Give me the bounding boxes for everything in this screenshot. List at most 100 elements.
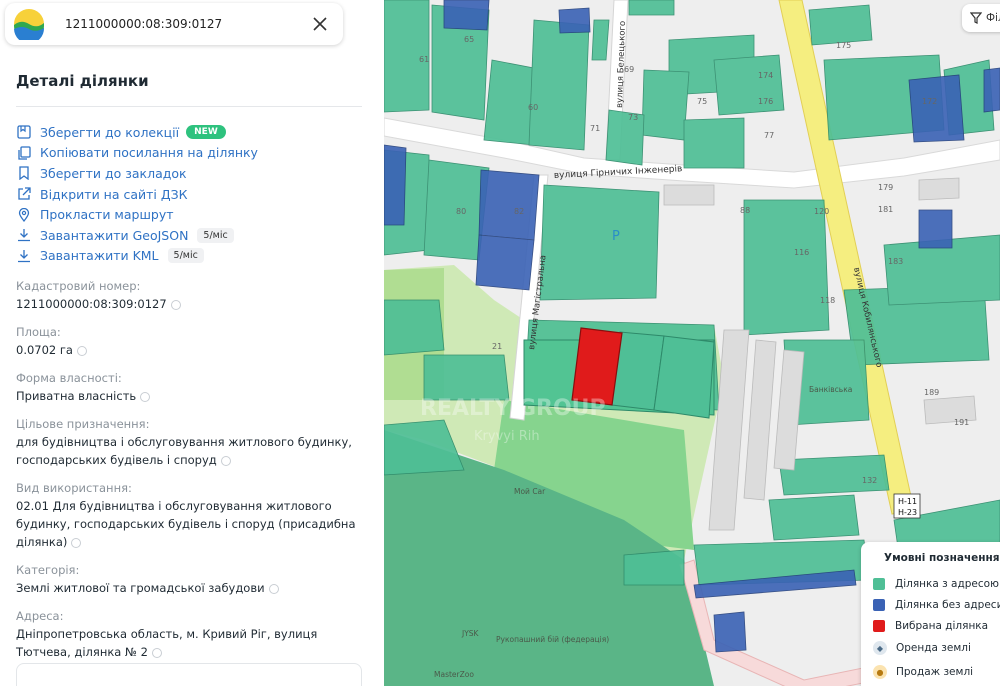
house-number: 116 — [794, 248, 809, 257]
copy-icon[interactable] — [170, 299, 181, 310]
copy-link-icon — [16, 145, 32, 161]
poi-vet[interactable]: MasterZoo — [434, 670, 474, 679]
action-label: Прокласти маршрут — [40, 207, 174, 223]
legend-panel: Умовні позначення ‹ Ділянка з адресою Ді… — [861, 542, 1000, 686]
download-kml-button[interactable]: Завантажити KML 5/міс — [16, 246, 258, 267]
app-logo-icon[interactable] — [13, 8, 45, 40]
parking-label: P — [612, 229, 620, 244]
filter-label: Філ — [986, 12, 1000, 24]
legend-label: Вибрана ділянка — [895, 620, 989, 632]
house-number: 172 — [922, 97, 937, 106]
copy-icon[interactable] — [220, 455, 231, 466]
copy-icon[interactable] — [151, 647, 162, 658]
field-label-category: Категорія: — [16, 563, 80, 577]
legend-label: Продаж землі — [896, 666, 974, 678]
house-number: 120 — [814, 207, 829, 216]
action-label: Відкрити на сайті ДЗК — [40, 186, 188, 202]
field-value-usage: 02.01 Для будівництва і обслуговування ж… — [16, 497, 366, 551]
legend-item-without-address: Ділянка без адреси — [873, 599, 1000, 611]
location-pin-icon — [16, 207, 32, 223]
search-bar[interactable]: 1211000000:08:309:0127 — [5, 3, 343, 45]
house-number: 118 — [820, 296, 835, 305]
copy-icon[interactable] — [76, 345, 87, 356]
field-value-ownership: Приватна власність — [16, 387, 366, 405]
rent-icon: ◆ — [873, 641, 887, 655]
house-number: 183 — [888, 257, 903, 266]
copy-link-button[interactable]: Копіювати посилання на ділянку — [16, 143, 258, 164]
field-label-cadastral: Кадастровий номер: — [16, 279, 141, 293]
legend-label: Ділянка без адреси — [895, 599, 1000, 611]
chevron-left-icon[interactable]: ‹ — [993, 550, 998, 564]
divider — [16, 106, 362, 107]
sale-icon: ● — [873, 665, 887, 679]
bookmark-icon — [16, 165, 32, 181]
legend-item-with-address: Ділянка з адресою — [873, 578, 999, 590]
house-number: 88 — [740, 206, 750, 215]
house-number: 61 — [419, 55, 429, 64]
house-number: 65 — [464, 35, 474, 44]
house-number: 181 — [878, 205, 893, 214]
build-route-button[interactable]: Прокласти маршрут — [16, 204, 258, 225]
map-view[interactable]: P 65 61 60 71 75 69 73 77 174 176 175 17… — [384, 0, 1000, 686]
external-link-icon — [16, 186, 32, 202]
house-number: 176 — [758, 97, 773, 106]
legend-label: Оренда землі — [896, 642, 971, 654]
field-value-text[interactable]: для будівництва і обслуговування житлово… — [16, 435, 352, 467]
road-sign: H-11 H-23 — [893, 493, 921, 519]
house-number: 175 — [836, 41, 851, 50]
action-label: Копіювати посилання на ділянку — [40, 145, 258, 161]
house-number: 21 — [492, 342, 502, 351]
open-dzk-link[interactable]: Відкрити на сайті ДЗК — [16, 184, 258, 205]
field-label-area: Площа: — [16, 325, 61, 339]
poi-carwash[interactable]: Мой Car — [514, 487, 546, 496]
panel-title: Деталі ділянки — [16, 72, 149, 90]
house-number: 80 — [456, 207, 466, 216]
search-input[interactable]: 1211000000:08:309:0127 — [65, 17, 309, 31]
poi-jysk[interactable]: JYSK — [461, 629, 480, 638]
field-value-text[interactable]: Дніпропетровська область, м. Кривий Ріг,… — [16, 627, 317, 659]
download-icon — [16, 227, 32, 243]
poi-sport[interactable]: Рукопашний бій (федерація) — [496, 635, 609, 644]
house-number: 77 — [764, 131, 774, 140]
action-label: Завантажити KML — [40, 248, 159, 264]
svg-text:H-11: H-11 — [898, 497, 917, 506]
house-number: 179 — [878, 183, 893, 192]
field-value-address: Дніпропетровська область, м. Кривий Ріг,… — [16, 625, 366, 661]
action-label: Завантажити GeoJSON — [40, 227, 189, 243]
field-value-text[interactable]: 02.01 Для будівництва і обслуговування ж… — [16, 499, 356, 549]
swatch-red — [873, 620, 885, 632]
filter-button[interactable]: Філ — [962, 4, 1000, 32]
svg-text:H-23: H-23 — [898, 508, 917, 517]
copy-icon[interactable] — [140, 391, 151, 402]
legend-item-sale: ● Продаж землі — [873, 665, 973, 679]
copy-icon[interactable] — [268, 583, 279, 594]
house-number: 191 — [954, 418, 969, 427]
field-value-text[interactable]: 0.0702 га — [16, 343, 73, 357]
street-label-beletskoho: вулиця Белецького — [615, 21, 628, 108]
field-value-text[interactable]: Землі житлової та громадської забудови — [16, 581, 265, 595]
field-label-purpose: Цільове призначення: — [16, 417, 150, 431]
filter-icon — [970, 12, 982, 24]
save-bookmark-button[interactable]: Зберегти до закладок — [16, 163, 258, 184]
legend-item-rent: ◆ Оренда землі — [873, 641, 971, 655]
house-number: 73 — [628, 113, 638, 122]
field-label-usage: Вид використання: — [16, 481, 132, 495]
house-number: 174 — [758, 71, 773, 80]
watermark-title: REALTY GROUP — [420, 396, 606, 421]
save-to-collection-button[interactable]: Зберегти до колекції NEW — [16, 122, 258, 143]
bottom-card — [16, 663, 362, 686]
swatch-green — [873, 578, 885, 590]
download-geojson-button[interactable]: Завантажити GeoJSON 5/міс — [16, 225, 258, 246]
field-value-area: 0.0702 га — [16, 341, 366, 359]
legend-title: Умовні позначення — [884, 552, 1000, 564]
copy-icon[interactable] — [71, 537, 82, 548]
house-number: 71 — [590, 124, 600, 133]
field-value-text[interactable]: Приватна власність — [16, 389, 136, 403]
field-value-text[interactable]: 1211000000:08:309:0127 — [16, 297, 167, 311]
field-value-cadastral: 1211000000:08:309:0127 — [16, 295, 366, 313]
poi-bank[interactable]: Банківська — [809, 385, 852, 394]
close-icon[interactable] — [309, 13, 331, 35]
house-number: 82 — [514, 207, 524, 216]
rate-badge: 5/міс — [197, 227, 234, 243]
field-label-address: Адреса: — [16, 609, 64, 623]
